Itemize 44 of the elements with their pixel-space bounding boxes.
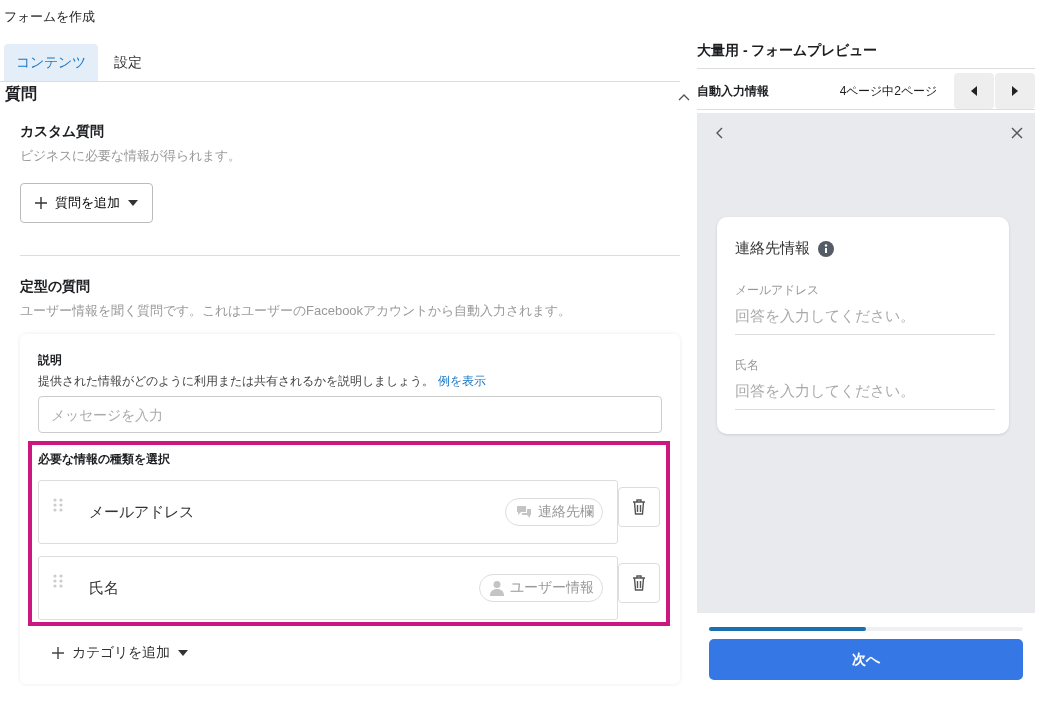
info-icon[interactable] [818,240,834,257]
description-text: ビジネスに必要な情報が得られます。 [20,147,242,165]
next-page-button[interactable] [995,73,1035,109]
delete-button[interactable] [618,563,660,603]
triangle-right-icon [1012,86,1018,96]
field-label: 氏名 [735,357,760,374]
next-button[interactable]: 次へ [709,639,1023,680]
page-title: フォームを作成 [3,8,96,26]
help-text: 提供された情報がどのように利用または共有されるかを説明しましょう。 例を表示 [38,373,487,390]
person-icon [490,580,504,596]
previous-page-button[interactable] [954,73,994,109]
chevron-up-icon[interactable] [678,92,690,101]
page-counter: 4ページ中2ページ [839,82,937,100]
trash-icon [632,499,646,515]
info-type-label: メールアドレス [89,502,195,522]
field-label: 説明 [38,352,63,369]
trash-icon [632,575,646,591]
add-question-button[interactable]: 質問を追加 [20,183,153,223]
delete-button[interactable] [618,487,660,527]
plus-icon [35,197,47,209]
drag-handle-icon[interactable] [53,498,63,514]
tab[interactable]: コンテンツ [4,44,98,81]
card-title: 連絡先情報 [735,239,810,258]
field-label: 必要な情報の種類を選択 [38,451,171,468]
preview-title: 大量用 - フォームプレビュー [697,30,1035,69]
add-category-button[interactable]: カテゴリを追加 [52,644,188,662]
section-title: 質問 [5,84,37,104]
subsection-title: 定型の質問 [20,278,91,296]
show-example-link[interactable]: 例を表示 [438,374,486,388]
chat-bubbles-icon [516,505,532,519]
plus-icon [52,647,64,659]
caret-icon [128,200,138,206]
description-text: ユーザー情報を聞く質問です。これはユーザーのFacebookアカウントから自動入力されます。 [20,302,573,320]
field-label: メールアドレス [735,282,820,299]
section-label: 自動入力情報 [697,82,770,100]
tab[interactable]: 設定 [102,44,154,81]
close-icon[interactable] [1011,127,1023,139]
message-input[interactable]: メッセージを入力 [38,396,662,433]
triangle-left-icon [971,86,977,96]
caret-icon [178,650,188,656]
subsection-title: カスタム質問 [20,123,105,141]
info-type-label: 氏名 [89,578,120,598]
drag-handle-icon[interactable] [53,574,63,590]
back-icon[interactable] [715,127,723,139]
